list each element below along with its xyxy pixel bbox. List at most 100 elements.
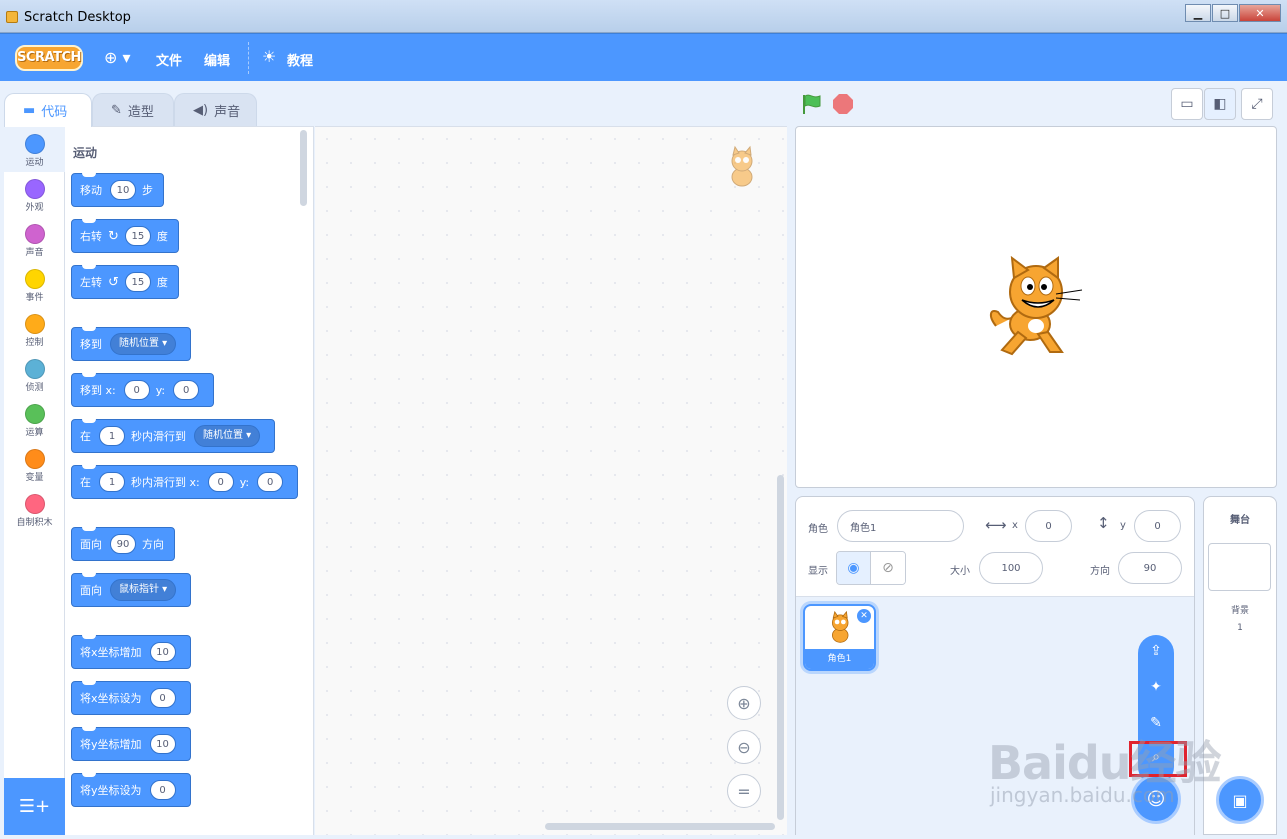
x-input[interactable]: 0 — [1025, 510, 1072, 542]
block-point-towards[interactable]: 面向 鼠标指针 ▾ — [71, 573, 192, 607]
category-my-blocks[interactable]: 自制积木 — [4, 487, 65, 532]
scratch-logo[interactable]: SCRATCH — [15, 45, 83, 71]
sprite-name-input[interactable]: 角色1 — [837, 510, 964, 542]
menu-file[interactable]: 文件 — [156, 50, 182, 69]
cat-sprite[interactable] — [988, 256, 1084, 358]
block-input[interactable]: 0 — [149, 688, 176, 708]
category-dot — [24, 449, 45, 469]
category-control[interactable]: 控制 — [4, 307, 65, 352]
backdrops-label: 背景 — [1230, 606, 1249, 616]
category-events[interactable]: 事件 — [4, 262, 65, 307]
category-sensing[interactable]: 侦测 — [4, 352, 65, 397]
block-set-y[interactable]: 将y坐标设为 0 — [71, 773, 191, 807]
block-input[interactable]: 10 — [149, 642, 176, 662]
block-input[interactable]: 15 — [124, 272, 151, 292]
block-input[interactable]: 0 — [173, 380, 200, 400]
green-flag-icon[interactable] — [800, 93, 822, 115]
category-dot — [24, 269, 45, 289]
block-input[interactable]: 0 — [207, 472, 234, 492]
tab-sounds[interactable]: ◀) 声音 — [174, 93, 257, 127]
category-motion[interactable]: 运动 — [4, 127, 65, 172]
lightbulb-icon[interactable]: ☀ — [262, 47, 276, 66]
block-input[interactable]: 10 — [110, 180, 136, 200]
category-sound[interactable]: 声音 — [4, 217, 65, 262]
block-input[interactable]: 0 — [149, 780, 176, 800]
workspace-horizontal-scrollbar[interactable] — [545, 823, 775, 830]
small-stage-icon: ▭ — [1180, 96, 1194, 112]
block-glide-to-xy[interactable]: 在 1 秒内滑行到 x: 0 y: 0 — [71, 465, 299, 499]
block-input[interactable]: 10 — [149, 734, 176, 754]
hide-eye-icon[interactable]: ⊘ — [871, 552, 905, 584]
delete-sprite-icon[interactable]: ✕ — [857, 609, 871, 623]
category-dot — [24, 494, 45, 514]
menu-tutorials[interactable]: 教程 — [287, 50, 313, 69]
block-dropdown[interactable]: 随机位置 ▾ — [194, 425, 261, 447]
block-input[interactable]: 0 — [123, 380, 150, 400]
zoom-reset-button[interactable]: = — [727, 774, 761, 808]
block-change-y[interactable]: 将y坐标增加 10 — [71, 727, 191, 761]
close-button[interactable]: ✕ — [1239, 4, 1281, 22]
block-input[interactable]: 90 — [110, 534, 136, 554]
category-dot — [24, 134, 45, 154]
category-operators[interactable]: 运算 — [4, 397, 65, 442]
zoom-out-button[interactable]: ⊖ — [727, 730, 761, 764]
category-variables[interactable]: 变量 — [4, 442, 65, 487]
block-input[interactable]: 0 — [257, 472, 284, 492]
show-eye-icon[interactable]: ◉ — [837, 552, 872, 584]
category-dot — [24, 404, 45, 424]
block-turn-right[interactable]: 右转 ↻ 15 度 — [71, 219, 179, 253]
category-dot — [24, 179, 45, 199]
block-input[interactable]: 1 — [99, 472, 125, 492]
direction-input[interactable]: 90 — [1118, 552, 1182, 584]
block-dropdown[interactable]: 随机位置 ▾ — [110, 333, 177, 355]
tab-code-label: 代码 — [41, 105, 68, 120]
choose-backdrop-button[interactable]: ▣ — [1216, 776, 1264, 824]
vertical-arrows-icon: ↕ — [1097, 514, 1110, 532]
small-stage-button[interactable]: ▭ — [1171, 88, 1203, 120]
block-go-to-xy[interactable]: 移到 x: 0 y: 0 — [71, 373, 215, 407]
minimize-button[interactable]: ▁ — [1185, 4, 1211, 22]
sprite-thumbnail[interactable]: ✕ 角色1 — [803, 604, 876, 671]
block-point-direction[interactable]: 面向 90 方向 — [71, 527, 175, 561]
large-stage-button[interactable]: ◧ — [1204, 88, 1236, 120]
size-input[interactable]: 100 — [979, 552, 1043, 584]
fullscreen-icon: ⤢ — [1251, 96, 1263, 112]
y-input[interactable]: 0 — [1134, 510, 1181, 542]
palette-scrollbar[interactable] — [300, 130, 307, 206]
stage-thumbnail[interactable] — [1208, 543, 1271, 591]
brush-icon: ✎ — [111, 103, 122, 118]
zoom-in-button[interactable]: ⊕ — [727, 686, 761, 720]
code-workspace[interactable] — [315, 126, 787, 835]
category-looks[interactable]: 外观 — [4, 172, 65, 217]
block-glide-to[interactable]: 在 1 秒内滑行到 随机位置 ▾ — [71, 419, 276, 453]
block-change-x[interactable]: 将x坐标增加 10 — [71, 635, 191, 669]
block-dropdown[interactable]: 鼠标指针 ▾ — [110, 579, 177, 601]
tab-code[interactable]: ▬ 代码 — [4, 93, 92, 127]
block-move-steps[interactable]: 移动 10 步 — [71, 173, 164, 207]
block-turn-left[interactable]: 左转 ↺ 15 度 — [71, 265, 179, 299]
zoom-out-icon: ⊖ — [737, 737, 751, 757]
stage-target-title: 舞台 — [1230, 515, 1250, 526]
block-input[interactable]: 15 — [124, 226, 151, 246]
tab-costumes-label: 造型 — [127, 105, 154, 120]
sprite-cat-icon — [731, 145, 753, 187]
zoom-in-icon: ⊕ — [737, 693, 751, 713]
menu-edit[interactable]: 编辑 — [204, 50, 230, 69]
watermark-url: jingyan.baidu.com — [990, 783, 1175, 807]
app-icon — [6, 11, 18, 23]
fullscreen-button[interactable]: ⤢ — [1241, 88, 1273, 120]
tab-costumes[interactable]: ✎ 造型 — [92, 93, 174, 127]
large-stage-icon: ◧ — [1213, 96, 1227, 112]
block-input[interactable]: 1 — [99, 426, 125, 446]
block-go-to[interactable]: 移到 随机位置 ▾ — [71, 327, 192, 361]
upload-sprite-icon[interactable]: ⇪ — [1138, 643, 1174, 659]
block-set-x[interactable]: 将x坐标设为 0 — [71, 681, 191, 715]
add-extension-button[interactable]: ☰+ — [4, 778, 65, 835]
category-dot — [24, 314, 45, 334]
workspace-vertical-scrollbar[interactable] — [777, 475, 784, 820]
maximize-button[interactable]: □ — [1212, 4, 1238, 22]
surprise-sprite-icon[interactable]: ✦ — [1138, 679, 1174, 695]
speaker-icon: ◀) — [193, 103, 209, 118]
language-globe-icon[interactable]: ⊕ ▾ — [104, 48, 138, 68]
stop-icon[interactable] — [833, 94, 853, 114]
